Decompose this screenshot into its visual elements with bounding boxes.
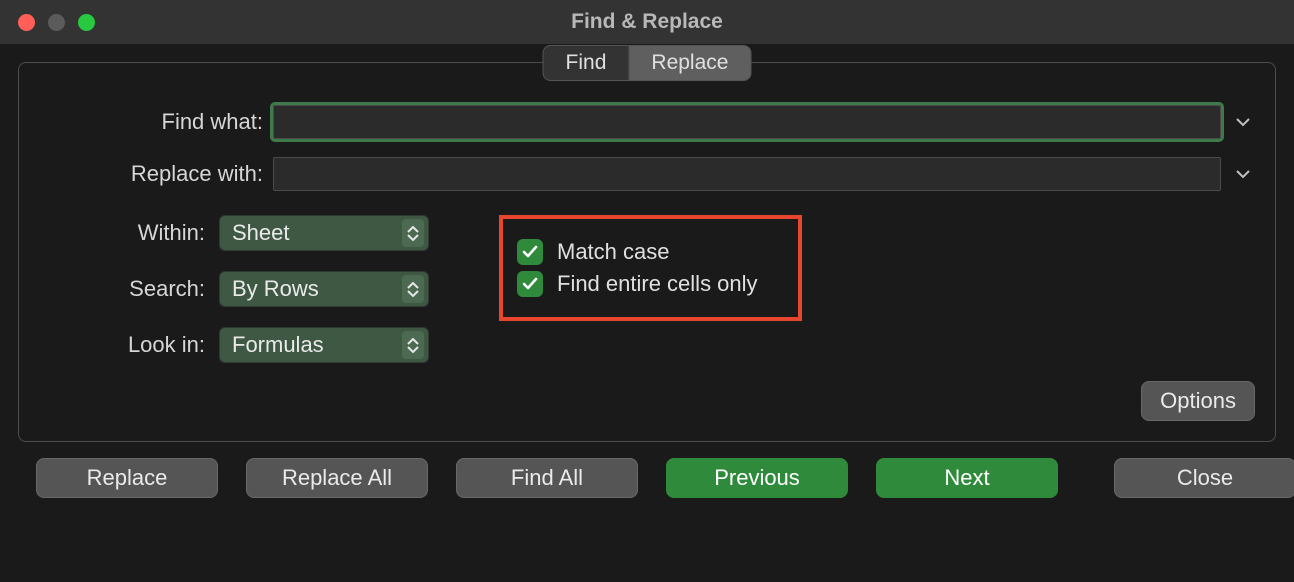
lookin-select[interactable]: Formulas (219, 327, 429, 363)
dialog-footer: Replace Replace All Find All Previous Ne… (18, 442, 1276, 498)
match-options-highlighted: Match case Find entire cells only (499, 215, 802, 321)
options-button[interactable]: Options (1141, 381, 1255, 421)
match-case-checkbox[interactable] (517, 239, 543, 265)
entire-cells-label: Find entire cells only (557, 271, 758, 297)
replace-with-input[interactable] (273, 157, 1221, 191)
tab-find[interactable]: Find (544, 46, 629, 80)
find-what-history-dropdown[interactable] (1231, 118, 1255, 127)
search-label: Search: (39, 276, 205, 302)
minimize-window-button[interactable] (48, 14, 65, 31)
replace-with-history-dropdown[interactable] (1231, 170, 1255, 179)
lookin-value: Formulas (232, 332, 324, 358)
checkmark-icon (522, 277, 538, 291)
within-label: Within: (39, 220, 205, 246)
within-select[interactable]: Sheet (219, 215, 429, 251)
find-all-button[interactable]: Find All (456, 458, 638, 498)
chevron-down-icon (1236, 170, 1250, 179)
replace-button[interactable]: Replace (36, 458, 218, 498)
search-value: By Rows (232, 276, 319, 302)
search-select[interactable]: By Rows (219, 271, 429, 307)
close-button[interactable]: Close (1114, 458, 1294, 498)
checkmark-icon (522, 245, 538, 259)
titlebar: Find & Replace (0, 0, 1294, 44)
next-button[interactable]: Next (876, 458, 1058, 498)
window-controls (0, 14, 95, 31)
chevron-down-icon (1236, 118, 1250, 127)
find-replace-panel: Find Replace Find what: Replace with: Wi… (18, 62, 1276, 442)
updown-stepper-icon (402, 219, 424, 247)
maximize-window-button[interactable] (78, 14, 95, 31)
close-window-button[interactable] (18, 14, 35, 31)
replace-with-label: Replace with: (39, 161, 263, 187)
replace-all-button[interactable]: Replace All (246, 458, 428, 498)
match-case-label: Match case (557, 239, 670, 265)
previous-button[interactable]: Previous (666, 458, 848, 498)
find-what-input[interactable] (273, 105, 1221, 139)
within-value: Sheet (232, 220, 290, 246)
entire-cells-checkbox[interactable] (517, 271, 543, 297)
updown-stepper-icon (402, 331, 424, 359)
find-what-label: Find what: (39, 109, 263, 135)
lookin-label: Look in: (39, 332, 205, 358)
window-title: Find & Replace (0, 10, 1294, 34)
tab-replace[interactable]: Replace (629, 46, 750, 80)
updown-stepper-icon (402, 275, 424, 303)
mode-tabs: Find Replace (543, 45, 752, 81)
